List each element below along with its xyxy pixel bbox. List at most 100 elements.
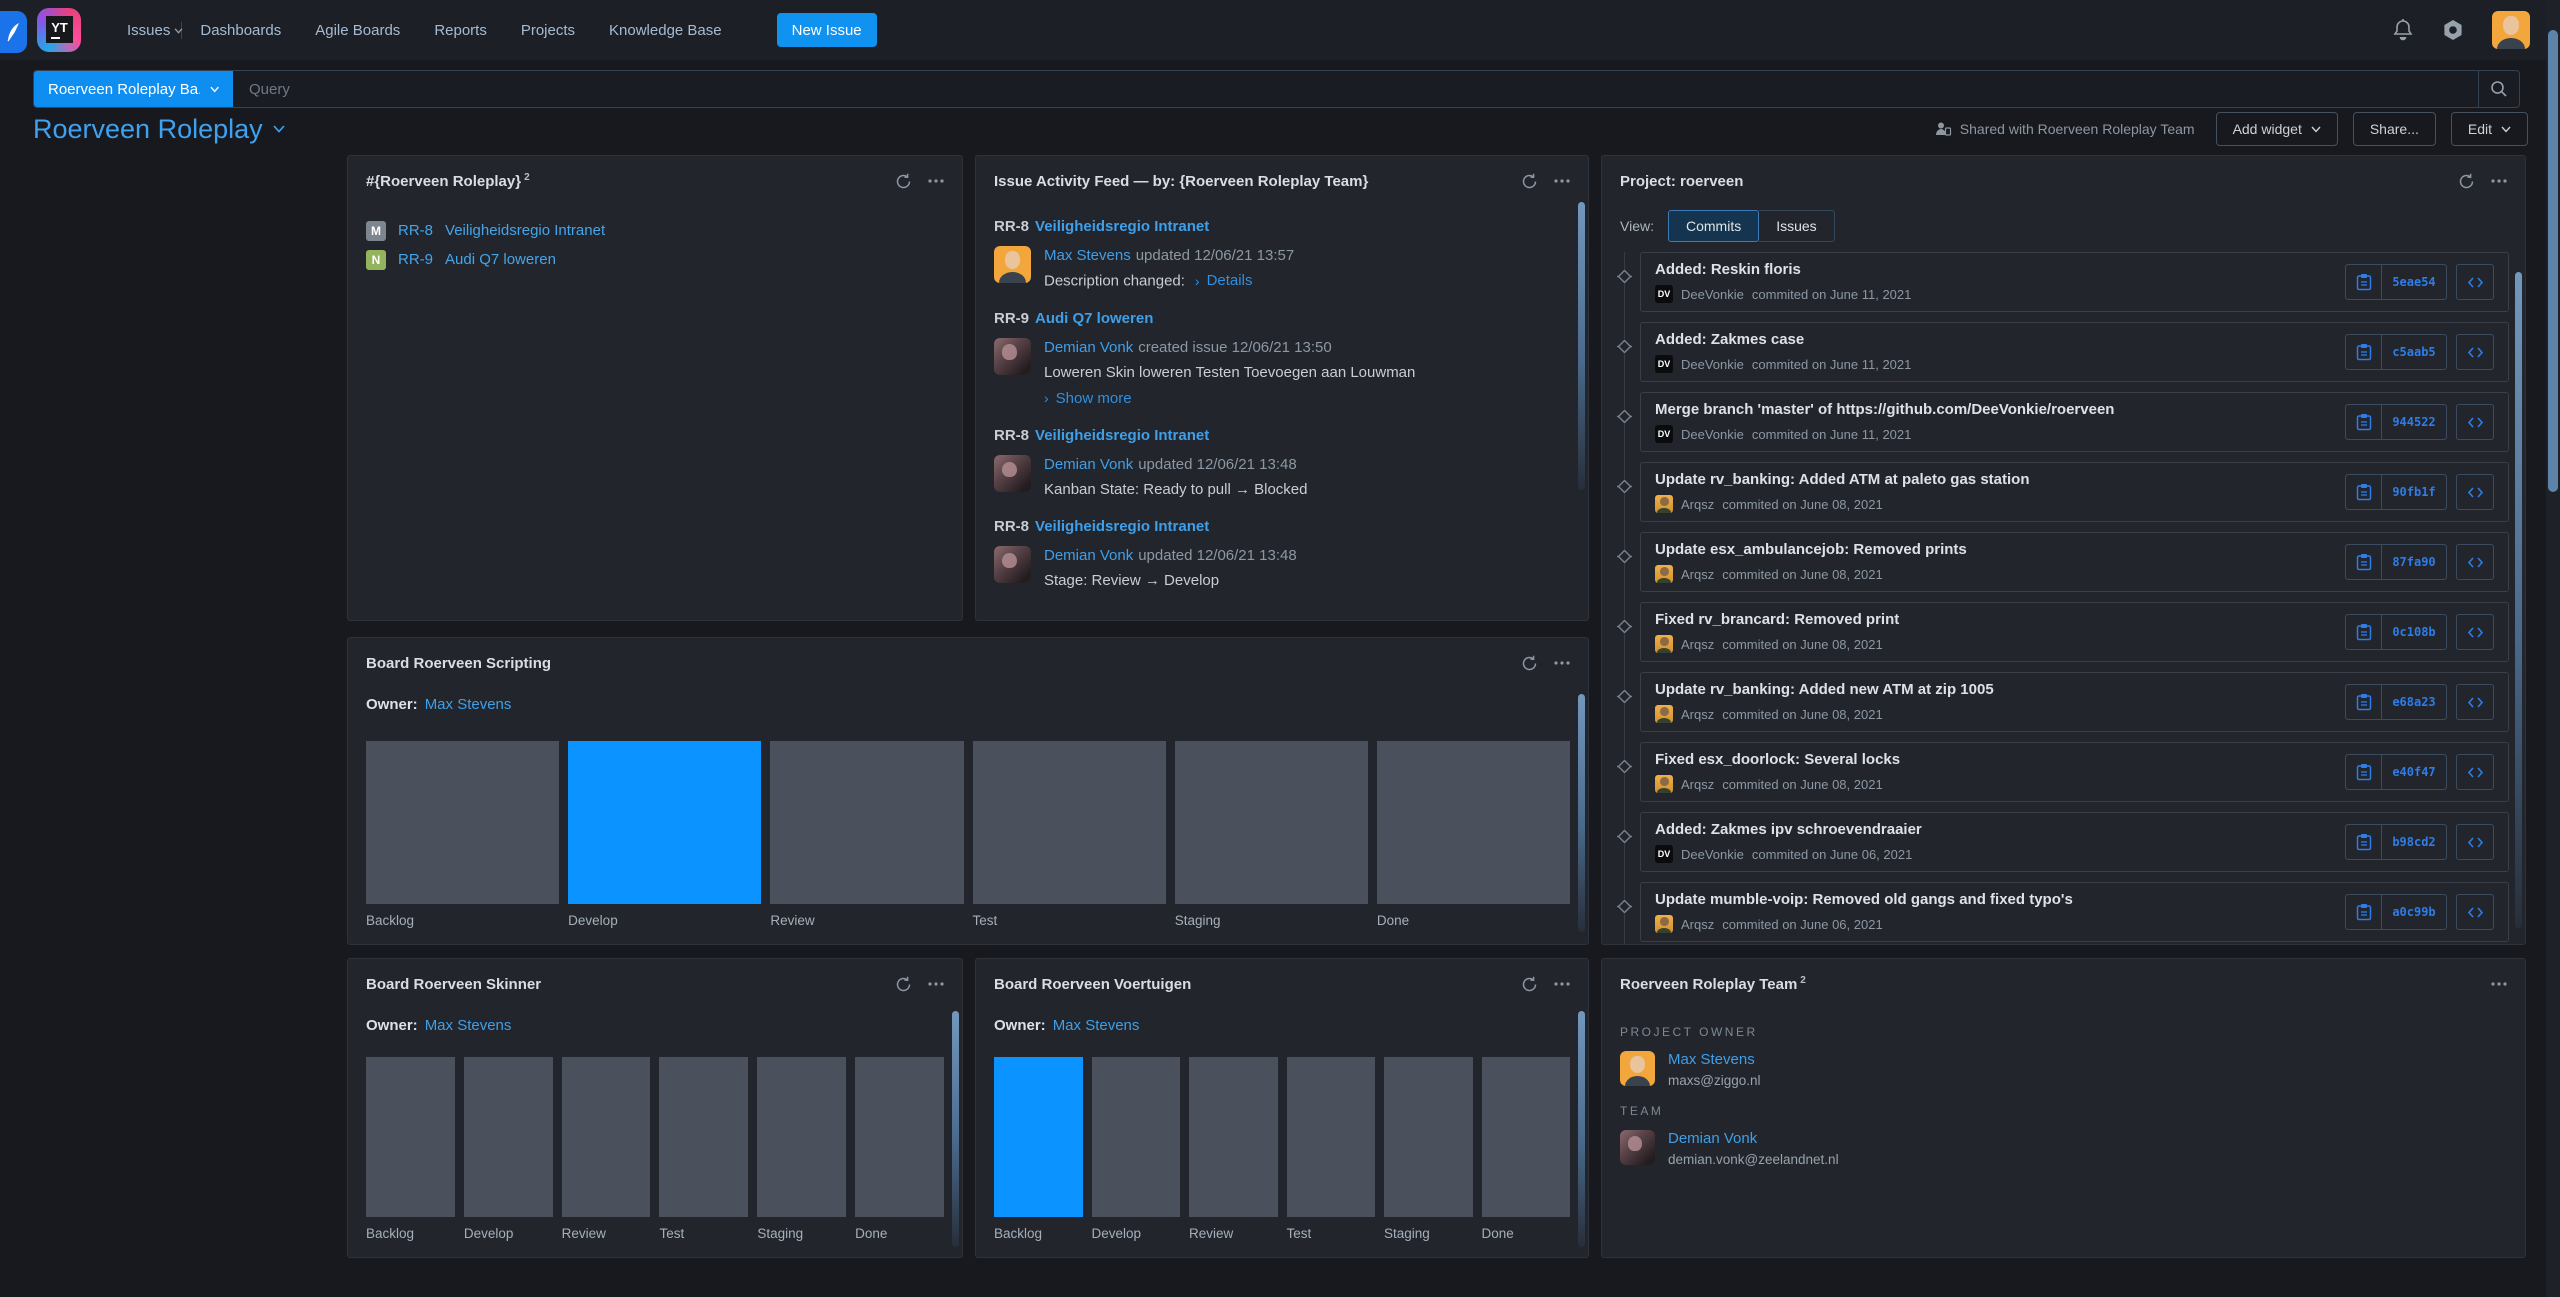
widget-scrollbar[interactable] [2515,272,2522,928]
refresh-icon[interactable] [2458,173,2475,190]
page-scrollbar[interactable] [2546,0,2560,1297]
board-bar-test[interactable] [659,1057,748,1217]
user-link[interactable]: Demian Vonk [1044,547,1133,564]
view-code-button[interactable] [2456,894,2494,930]
widget-scrollbar[interactable] [952,1011,959,1247]
widget-scrollbar[interactable] [1578,1011,1585,1247]
issue-id-link[interactable]: RR-9 [994,310,1029,327]
board-bar-develop[interactable] [464,1057,553,1217]
board-bar-test[interactable] [973,741,1166,904]
board-bar-develop[interactable] [568,741,761,904]
board-bar-staging[interactable] [1175,741,1368,904]
settings-gear-icon[interactable] [2440,17,2466,43]
commit-hash-button[interactable]: e68a23 [2345,684,2447,720]
issue-title-link[interactable]: Veiligheidsregio Intranet [445,222,605,239]
activity-issue-header[interactable]: RR-8 Veiligheidsregio Intranet [994,218,1562,235]
board-bar-done[interactable] [855,1057,944,1217]
chevron-down-icon[interactable] [174,28,183,34]
widget-menu-icon[interactable] [2491,982,2507,986]
widget-menu-icon[interactable] [1554,179,1570,183]
view-code-button[interactable] [2456,404,2494,440]
board-bar-backlog[interactable] [994,1057,1083,1217]
commit-hash-button[interactable]: c5aab5 [2345,334,2447,370]
issue-id-link[interactable]: RR-8 [994,427,1029,444]
owner-link[interactable]: Max Stevens [425,696,512,713]
dashboard-title[interactable]: Roerveen Roleplay [33,114,285,145]
refresh-icon[interactable] [895,976,912,993]
view-code-button[interactable] [2456,544,2494,580]
browser-extension-tab[interactable] [0,11,27,53]
issue-title-link[interactable]: Audi Q7 loweren [445,251,556,268]
query-input[interactable] [233,71,2478,107]
issue-id-link[interactable]: RR-8 [398,222,433,239]
refresh-icon[interactable] [1521,976,1538,993]
user-link[interactable]: Demian Vonk [1044,456,1133,473]
widget-scrollbar[interactable] [1578,694,1585,932]
commit-hash-button[interactable]: a0c99b [2345,894,2447,930]
nav-item-dashboards[interactable]: Dashboards [200,22,281,39]
member-name-link[interactable]: Demian Vonk [1668,1130,1839,1147]
view-code-button[interactable] [2456,334,2494,370]
board-bar-backlog[interactable] [366,1057,455,1217]
user-link[interactable]: Max Stevens [1044,247,1131,264]
notifications-bell-icon[interactable] [2392,18,2414,42]
widget-menu-icon[interactable] [1554,661,1570,665]
commit-hash-button[interactable]: 0c108b [2345,614,2447,650]
search-context-filter-button[interactable]: Roerveen Roleplay Ba... [34,71,233,107]
refresh-icon[interactable] [895,173,912,190]
nav-item-knowledge-base[interactable]: Knowledge Base [609,22,722,39]
commit-hash-button[interactable]: 90fb1f [2345,474,2447,510]
user-link[interactable]: Demian Vonk [1044,339,1133,356]
view-code-button[interactable] [2456,474,2494,510]
board-bar-test[interactable] [1287,1057,1376,1217]
view-code-button[interactable] [2456,824,2494,860]
commit-hash-button[interactable]: b98cd2 [2345,824,2447,860]
view-code-button[interactable] [2456,614,2494,650]
nav-item-reports[interactable]: Reports [434,22,487,39]
issue-title-link[interactable]: Audi Q7 loweren [1035,310,1153,327]
nav-item-projects[interactable]: Projects [521,22,575,39]
issue-id-link[interactable]: RR-9 [398,251,433,268]
commit-hash-button[interactable]: e40f47 [2345,754,2447,790]
user-avatar[interactable] [2492,11,2530,49]
add-widget-button[interactable]: Add widget [2216,112,2338,146]
board-bar-review[interactable] [770,741,963,904]
issue-title-link[interactable]: Veiligheidsregio Intranet [1035,218,1209,235]
activity-details-link[interactable]: ›Show more [1044,390,1132,407]
board-bar-backlog[interactable] [366,741,559,904]
owner-link[interactable]: Max Stevens [425,1017,512,1034]
view-code-button[interactable] [2456,684,2494,720]
view-code-button[interactable] [2456,264,2494,300]
issue-list-item[interactable]: NRR-9Audi Q7 loweren [366,245,944,274]
issue-list-item[interactable]: MRR-8Veiligheidsregio Intranet [366,216,944,245]
refresh-icon[interactable] [1521,173,1538,190]
issue-title-link[interactable]: Veiligheidsregio Intranet [1035,427,1209,444]
commit-hash-button[interactable]: 5eae54 [2345,264,2447,300]
board-bar-done[interactable] [1482,1057,1571,1217]
activity-issue-header[interactable]: RR-8Veiligheidsregio Intranet [994,518,1562,535]
board-bar-develop[interactable] [1092,1057,1181,1217]
board-bar-staging[interactable] [1384,1057,1473,1217]
page-scrollbar-thumb[interactable] [2548,30,2558,492]
issue-id-link[interactable]: RR-8 [994,218,1029,235]
edit-button[interactable]: Edit [2451,112,2528,146]
board-bar-review[interactable] [562,1057,651,1217]
refresh-icon[interactable] [1521,655,1538,672]
activity-issue-header[interactable]: RR-9 Audi Q7 loweren [994,310,1562,327]
view-tab-commits[interactable]: Commits [1668,210,1759,242]
activity-issue-header[interactable]: RR-8 Veiligheidsregio Intranet [994,427,1562,444]
view-code-button[interactable] [2456,754,2494,790]
youtrack-logo[interactable]: YT [36,7,82,53]
board-bar-review[interactable] [1189,1057,1278,1217]
nav-item-agile-boards[interactable]: Agile Boards [315,22,400,39]
commit-hash-button[interactable]: 944522 [2345,404,2447,440]
widget-menu-icon[interactable] [928,982,944,986]
commit-hash-button[interactable]: 87fa90 [2345,544,2447,580]
new-issue-button[interactable]: New Issue [777,13,877,47]
widget-menu-icon[interactable] [928,179,944,183]
view-tab-issues[interactable]: Issues [1759,210,1834,242]
nav-item-issues[interactable]: Issues [127,22,170,39]
board-bar-staging[interactable] [757,1057,846,1217]
member-name-link[interactable]: Max Stevens [1668,1051,1761,1068]
widget-scrollbar[interactable] [1578,202,1585,490]
